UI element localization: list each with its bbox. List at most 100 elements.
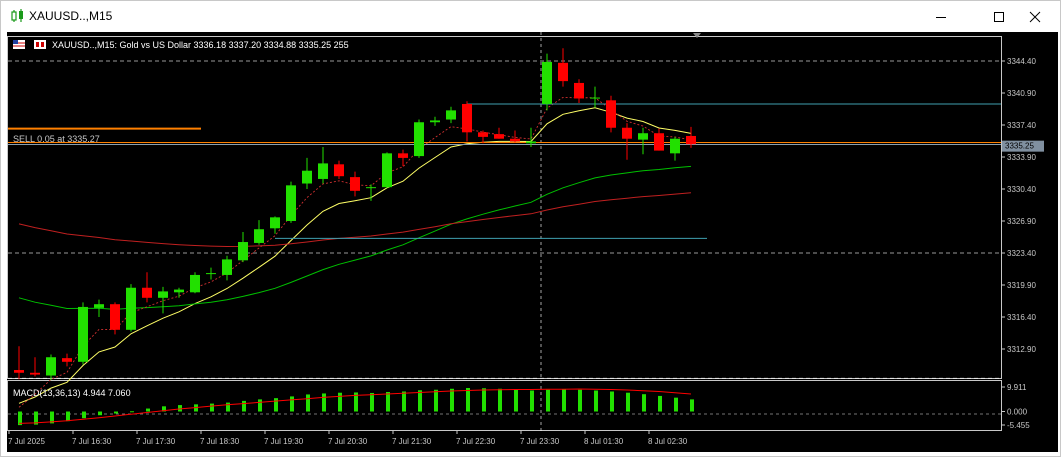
candle-body xyxy=(654,133,664,151)
time-tick-label: 7 Jul 2025 xyxy=(8,437,45,446)
macd-bar xyxy=(370,392,374,412)
trade-label: SELL 0.05 at 3335.27 xyxy=(13,134,100,144)
candle-body xyxy=(238,242,248,261)
time-tick-label: 7 Jul 18:30 xyxy=(200,437,240,446)
time-tick-label: 7 Jul 16:30 xyxy=(72,437,112,446)
candle xyxy=(110,302,120,335)
macd-bar xyxy=(626,392,630,412)
macd-bar xyxy=(498,388,502,412)
candle-body xyxy=(318,163,328,179)
price-tick-label: 3326.90 xyxy=(1007,217,1036,226)
candle xyxy=(126,284,136,332)
price-tick-label: 3330.40 xyxy=(1007,185,1036,194)
macd-bar xyxy=(210,403,214,412)
macd-bar xyxy=(242,400,246,412)
candle-body xyxy=(286,185,296,221)
candle-body xyxy=(638,133,648,140)
macd-bar xyxy=(450,388,454,412)
candle xyxy=(190,272,200,294)
candle xyxy=(286,181,296,223)
candle-body xyxy=(478,132,488,137)
candle-body xyxy=(670,138,680,154)
trade-robot-icon xyxy=(34,40,46,49)
macd-bar xyxy=(642,394,646,412)
candle-body xyxy=(446,110,456,120)
candle-body xyxy=(78,306,88,362)
macd-bar xyxy=(274,398,278,412)
candle-body xyxy=(94,304,104,308)
candle-body xyxy=(414,122,424,157)
time-tick-label: 7 Jul 17:30 xyxy=(136,437,176,446)
candle xyxy=(78,302,88,365)
macd-bar xyxy=(514,389,518,412)
candle-body xyxy=(254,229,264,243)
macd-bar xyxy=(418,390,422,412)
macd-bar xyxy=(578,389,582,412)
macd-tick-label: -5.455 xyxy=(1007,421,1030,430)
price-tick-label: 3340.90 xyxy=(1007,89,1036,98)
macd-bar xyxy=(66,411,70,422)
candle-body xyxy=(126,287,136,330)
candle-body xyxy=(398,153,408,158)
macd-bar xyxy=(434,389,438,412)
symbol-info: XAUUSD..,M15: Gold vs US Dollar 3336.18 … xyxy=(13,40,349,50)
candle xyxy=(414,119,424,158)
macd-bar xyxy=(114,411,118,414)
candle-body xyxy=(334,164,344,177)
title-bar[interactable]: XAUUSD..,M15 xyxy=(1,1,1060,32)
close-icon xyxy=(1029,11,1041,22)
candle-body xyxy=(174,289,184,293)
macd-bar xyxy=(562,389,566,412)
time-tick-label: 7 Jul 20:30 xyxy=(328,437,368,446)
macd-bar xyxy=(146,408,150,412)
macd-bar xyxy=(402,391,406,412)
candle-body xyxy=(606,100,616,128)
price-tick-label: 3319.90 xyxy=(1007,281,1036,290)
close-button[interactable] xyxy=(1012,1,1058,32)
macd-bar xyxy=(290,396,294,412)
candle-body xyxy=(510,138,520,142)
time-tick-label: 7 Jul 22:30 xyxy=(456,437,496,446)
macd-bar xyxy=(482,388,486,412)
maximize-icon xyxy=(994,11,1004,22)
candle-body xyxy=(366,187,376,189)
time-tick-label: 8 Jul 02:30 xyxy=(648,437,688,446)
price-chart[interactable]: 3335.25 3344.40 3340.90 3337.40 3333.90 3330… xyxy=(7,32,1058,452)
macd-tick-label: 0.000 xyxy=(1007,408,1028,417)
minimize-button[interactable] xyxy=(918,1,964,32)
macd-bar xyxy=(610,391,614,412)
candle-body xyxy=(142,287,152,298)
macd-bar xyxy=(690,399,694,412)
candle xyxy=(542,53,552,111)
candle-body xyxy=(302,170,312,184)
candle-body xyxy=(110,304,120,330)
candle-body xyxy=(14,370,24,373)
symbol-line: XAUUSD..,M15: Gold vs US Dollar 3336.18 … xyxy=(52,40,349,50)
macd-bar xyxy=(530,390,534,412)
macd-bar xyxy=(258,399,262,412)
chart-area[interactable]: 3335.25 3344.40 3340.90 3337.40 3333.90 3330… xyxy=(7,32,1058,452)
candle-body xyxy=(590,97,600,99)
price-tick-label: 3344.40 xyxy=(1007,57,1036,66)
macd-bar xyxy=(338,392,342,412)
candle-body xyxy=(206,273,216,275)
price-tick-label: 3333.90 xyxy=(1007,153,1036,162)
price-tick-label: 3323.40 xyxy=(1007,249,1036,258)
candle-body xyxy=(46,357,56,376)
macd-bar xyxy=(466,388,470,412)
candle xyxy=(382,152,392,189)
macd-bar xyxy=(658,395,662,412)
candle-body xyxy=(62,358,72,362)
macd-bar xyxy=(674,397,678,412)
macd-bar xyxy=(386,391,390,412)
macd-tick-label: 9.911 xyxy=(1007,383,1027,392)
price-tick-label: 3316.40 xyxy=(1007,313,1036,322)
macd-bar xyxy=(82,411,86,419)
time-tick-label: 7 Jul 21:30 xyxy=(392,437,432,446)
candle-body xyxy=(462,103,472,133)
candle-body xyxy=(190,274,200,293)
macd-bar xyxy=(322,393,326,412)
macd-bar xyxy=(306,394,310,412)
candle-body xyxy=(526,141,536,144)
candlestick-chart-icon xyxy=(11,9,23,22)
